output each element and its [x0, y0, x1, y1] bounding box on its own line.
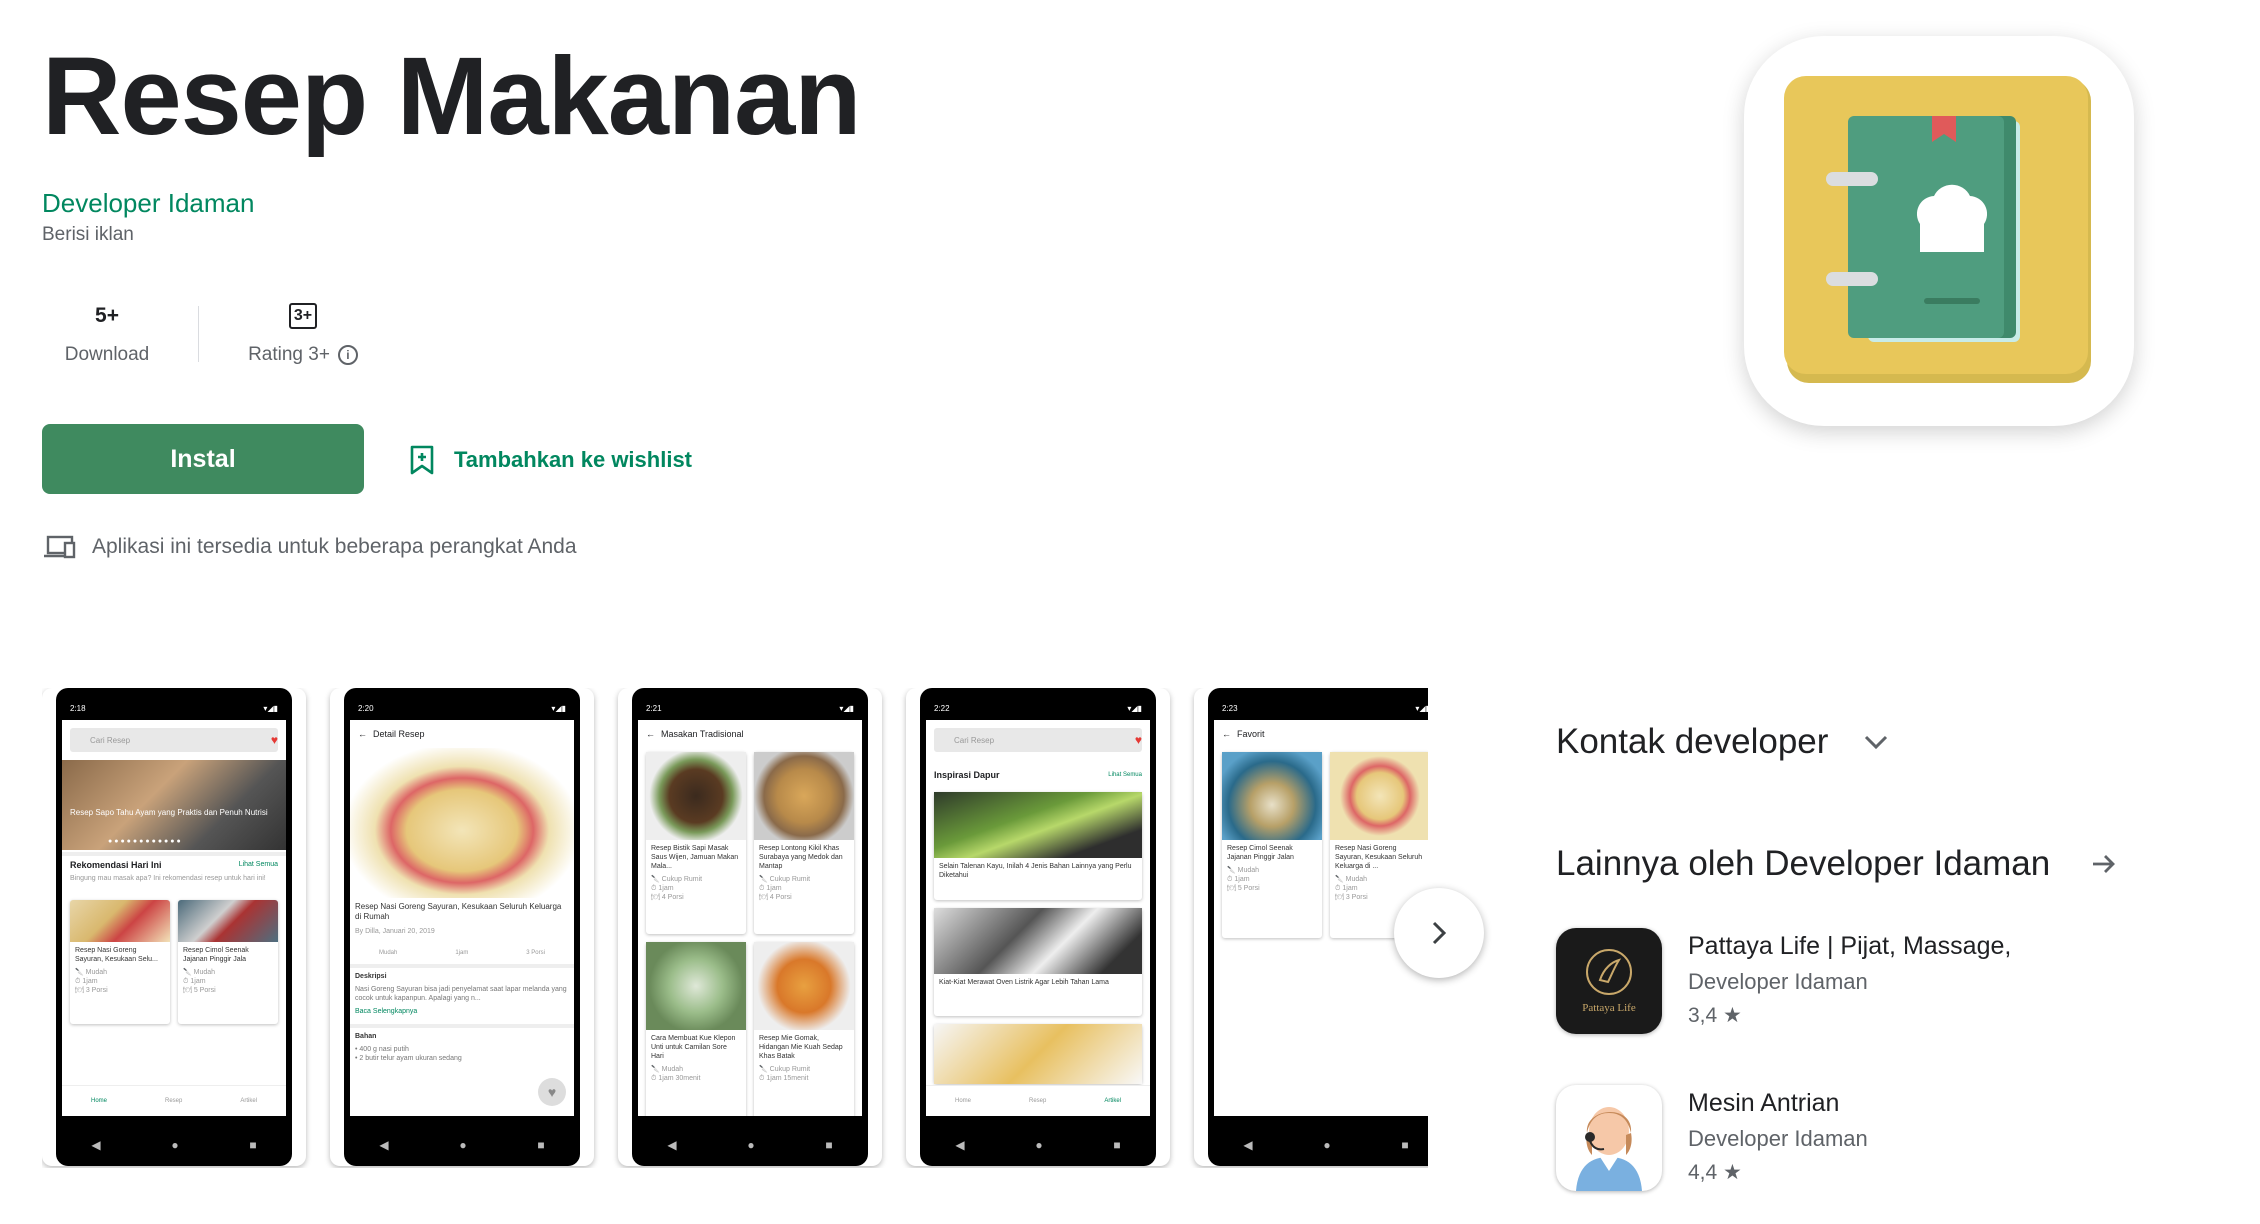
recipe-card: Resep Nasi Goreng Sayuran, Kesukaan Selu…	[70, 900, 170, 1024]
star-icon: ★	[1723, 1004, 1742, 1027]
banner-image	[62, 760, 286, 850]
heart-icon: ♥	[1134, 733, 1142, 747]
screenshot-2[interactable]: 2:20 ▾◢▮ ← Detail Resep Resep Nasi Goreng …	[330, 688, 594, 1166]
screenshot-3[interactable]: 2:21 ▾◢▮ ← Masakan Tradisional Resep Bisti…	[618, 688, 882, 1166]
chevron-right-icon	[1432, 921, 1447, 945]
stat-divider	[198, 306, 199, 362]
bookmark-add-icon	[410, 445, 434, 475]
mesin-antrian-icon	[1556, 1085, 1662, 1191]
bottom-nav: Home Resep Artikel	[62, 1085, 286, 1116]
back-arrow-icon: ←	[358, 729, 367, 739]
devices-note: Aplikasi ini tersedia untuk beberapa per…	[42, 534, 577, 560]
bottom-nav: Home Resep Artikel	[926, 1085, 1150, 1116]
recipe-card: Resep Cimol Seenak Jajanan Pinggir Jala …	[178, 900, 278, 1024]
more-by-developer-label: Lainnya oleh Developer Idaman	[1556, 844, 2051, 883]
related-app-rating: 3,4 ★	[1688, 1004, 1742, 1027]
downloads-value: 5+	[95, 304, 119, 327]
recipe-image	[350, 748, 574, 898]
heart-icon: ♥	[538, 1078, 566, 1106]
install-button[interactable]: Instal	[42, 424, 364, 494]
wishlist-button[interactable]: Tambahkan ke wishlist	[408, 440, 692, 480]
app-icon	[1744, 36, 2134, 426]
back-arrow-icon: ←	[1222, 729, 1231, 739]
ads-note: Berisi iklan	[42, 224, 134, 245]
back-arrow-icon: ←	[646, 729, 655, 739]
screenshot-4[interactable]: 2:22 ▾◢▮ Cari Resep ♥ Inspirasi Dapur Lih…	[906, 688, 1170, 1166]
related-app-name: Mesin Antrian	[1688, 1089, 1840, 1117]
related-app-developer: Developer Idaman	[1688, 1126, 1868, 1151]
wishlist-label: Tambahkan ke wishlist	[454, 447, 693, 472]
more-by-developer-link[interactable]: Lainnya oleh Developer Idaman	[1556, 844, 2118, 884]
section-title: Rekomendasi Hari Ini	[70, 860, 162, 870]
screenshot-1[interactable]: 2:18 ▾◢▮ Cari Resep ♥ Resep Sapo Tahu Aya…	[42, 688, 306, 1166]
see-all-link: Lihat Semua	[238, 861, 278, 868]
section-subtitle: Bingung mau masak apa? Ini rekomendasi r…	[70, 875, 266, 882]
contact-developer-toggle[interactable]: Kontak developer	[1556, 722, 1890, 762]
rating-stat[interactable]: 3+ Rating 3+ i	[228, 300, 378, 366]
downloads-stat: 5+ Download	[42, 300, 172, 366]
banner-title: Resep Sapo Tahu Ayam yang Praktis dan Pe…	[70, 808, 268, 817]
content-rating-label: Rating 3+	[248, 344, 330, 365]
developer-link[interactable]: Developer Idaman	[42, 188, 254, 219]
star-icon: ★	[1723, 1161, 1742, 1184]
devices-icon	[44, 535, 76, 559]
content-rating-badge: 3+	[288, 303, 318, 329]
info-icon[interactable]: i	[337, 345, 358, 365]
carousel-next-button[interactable]	[1394, 888, 1484, 978]
search-bar: Cari Resep	[70, 728, 278, 752]
devices-note-text: Aplikasi ini tersedia untuk beberapa per…	[92, 535, 577, 558]
status-time: 2:18	[70, 704, 86, 713]
related-app-rating: 4,4 ★	[1688, 1161, 1742, 1184]
related-app-name: Pattaya Life | Pijat, Massage,	[1688, 932, 2012, 960]
recipe-book-icon	[1784, 76, 2091, 383]
screenshot-5[interactable]: 2:23 ▾◢▮ ← Favorit Resep Cimol Seenak Jaja…	[1194, 688, 1428, 1166]
pattaya-life-icon: Pattaya Life	[1556, 928, 1662, 1034]
heart-icon: ♥	[270, 733, 278, 747]
downloads-label: Download	[64, 344, 150, 365]
arrow-right-icon	[2093, 855, 2116, 873]
pattaya-life-logo-text: Pattaya Life	[1582, 1002, 1636, 1014]
carousel-dots: ●●●●●●●●●●●●	[108, 838, 183, 845]
app-title: Resep Makanan	[42, 35, 861, 158]
related-app-item[interactable]: Pattaya Life Pattaya Life | Pijat, Massa…	[1556, 928, 2011, 1034]
chevron-down-icon	[1865, 735, 1888, 750]
screenshot-carousel[interactable]: 2:18 ▾◢▮ Cari Resep ♥ Resep Sapo Tahu Aya…	[42, 688, 1428, 1168]
related-app-item[interactable]: Mesin Antrian Developer Idaman 4,4 ★	[1556, 1085, 1868, 1191]
related-app-developer: Developer Idaman	[1688, 969, 1868, 994]
contact-developer-label: Kontak developer	[1556, 722, 1829, 761]
